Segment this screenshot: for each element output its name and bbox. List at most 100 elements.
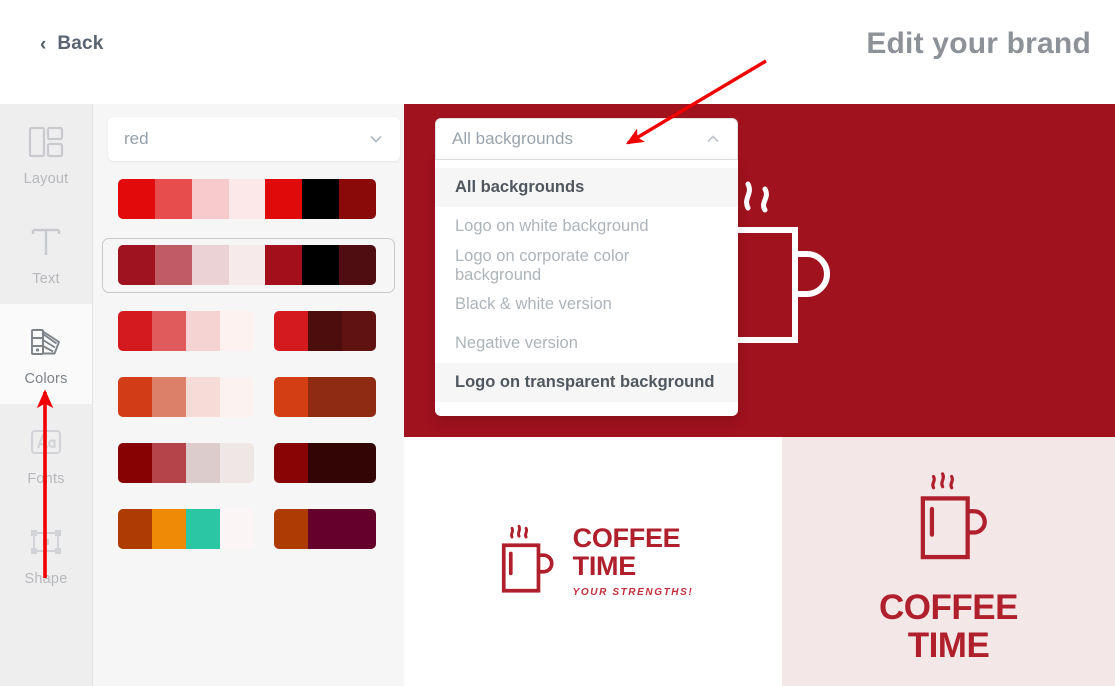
color-swatch[interactable] <box>339 245 376 285</box>
fonts-aa-icon <box>26 422 66 462</box>
wordmark-stacked-line-1: COFFEE <box>879 587 1018 627</box>
color-swatch[interactable] <box>274 377 308 417</box>
color-swatch[interactable] <box>118 443 152 483</box>
color-swatch[interactable] <box>152 311 186 351</box>
color-swatch[interactable] <box>308 311 342 351</box>
color-swatch[interactable] <box>302 179 340 219</box>
palette-row-swatches <box>101 245 396 285</box>
color-swatch[interactable] <box>265 179 303 219</box>
color-swatch[interactable] <box>118 245 155 285</box>
color-swatch[interactable] <box>186 509 220 549</box>
palette-row[interactable] <box>93 166 404 232</box>
sidebar-item-text[interactable]: Text <box>0 204 92 304</box>
palette-row[interactable] <box>93 430 404 496</box>
color-swatch[interactable] <box>118 509 152 549</box>
color-swatch[interactable] <box>118 311 152 351</box>
background-filter-option[interactable]: Logo on transparent background <box>435 363 738 402</box>
color-swatch[interactable] <box>228 245 266 285</box>
palette-row[interactable] <box>93 364 404 430</box>
sidebar-item-colors[interactable]: Colors <box>0 304 92 404</box>
background-filter-option[interactable]: Logo on white background <box>435 207 738 246</box>
palette-row[interactable] <box>93 298 404 364</box>
sidebar-item-shape[interactable]: Shape <box>0 504 92 604</box>
color-swatch[interactable] <box>152 377 186 417</box>
chevron-down-icon <box>368 131 384 147</box>
palette-row[interactable] <box>93 232 404 298</box>
color-swatch[interactable] <box>228 179 266 219</box>
color-swatch[interactable] <box>220 377 254 417</box>
background-filter-option[interactable]: Black & white version <box>435 285 738 324</box>
swatch-group[interactable] <box>274 443 376 483</box>
background-filter-option[interactable]: Logo on corporate color background <box>435 246 738 285</box>
color-swatch[interactable] <box>186 377 220 417</box>
swatch-group[interactable] <box>274 509 376 549</box>
color-swatch[interactable] <box>191 245 229 285</box>
color-swatch[interactable] <box>274 311 308 351</box>
color-swatch[interactable] <box>118 377 152 417</box>
swatch-group[interactable] <box>118 311 254 351</box>
sidebar-item-layout-label: Layout <box>23 170 69 187</box>
back-button[interactable]: ‹ Back <box>40 33 104 55</box>
swatch-group-gap <box>254 443 274 483</box>
color-swatch[interactable] <box>118 179 155 219</box>
color-swatch[interactable] <box>186 311 220 351</box>
background-filter-control[interactable]: All backgrounds <box>435 118 738 160</box>
swatch-group[interactable] <box>118 245 376 285</box>
app-header: ‹ Back Edit your brand <box>0 0 1115 104</box>
swatch-group[interactable] <box>274 311 376 351</box>
layout-icon <box>26 122 66 162</box>
palette-row[interactable] <box>93 496 404 562</box>
editor-sidebar: Layout Text Colors Fonts Shape <box>0 104 93 686</box>
palette-row-swatches <box>101 509 396 549</box>
color-swatch[interactable] <box>152 443 186 483</box>
preview-tile-white-background[interactable]: COFFEE TIME YOUR STRENGTHS! <box>404 437 782 686</box>
swatch-group[interactable] <box>274 377 376 417</box>
color-swatch[interactable] <box>152 509 186 549</box>
color-swatch[interactable] <box>342 443 376 483</box>
sidebar-item-fonts[interactable]: Fonts <box>0 404 92 504</box>
swatch-group[interactable] <box>118 377 254 417</box>
color-swatch[interactable] <box>220 311 254 351</box>
wordmark-line-1: COFFEE <box>572 523 681 554</box>
background-filter-dropdown: All backgrounds All backgrounds Logo on w… <box>435 118 738 416</box>
color-swatch[interactable] <box>339 179 376 219</box>
swatch-group[interactable] <box>118 509 254 549</box>
chevron-up-icon[interactable] <box>705 131 721 147</box>
color-swatch[interactable] <box>220 443 254 483</box>
sidebar-item-layout[interactable]: Layout <box>0 104 92 204</box>
color-swatch[interactable] <box>191 179 229 219</box>
color-swatch[interactable] <box>265 245 303 285</box>
palette-panel: red <box>93 104 404 686</box>
color-swatch[interactable] <box>302 245 340 285</box>
brand-color-select-value: red <box>124 129 149 148</box>
color-swatch[interactable] <box>308 509 342 549</box>
color-swatch[interactable] <box>342 509 376 549</box>
preview-tile-transparent-background[interactable]: COFFEE TIME <box>782 437 1115 686</box>
brand-color-select[interactable]: red <box>108 117 400 161</box>
color-swatch[interactable] <box>154 245 192 285</box>
page-title: Edit your brand <box>866 27 1091 60</box>
color-swatch[interactable] <box>342 311 376 351</box>
color-swatch[interactable] <box>308 443 342 483</box>
sidebar-item-colors-label: Colors <box>24 370 68 387</box>
wordmark-line-2: TIME <box>572 551 637 581</box>
color-swatch[interactable] <box>274 509 308 549</box>
color-swatch[interactable] <box>220 509 254 549</box>
wordmark-tagline: YOUR STRENGTHS! <box>572 586 694 598</box>
color-swatch[interactable] <box>342 377 376 417</box>
wordmark-stacked-line-2: TIME <box>907 625 990 665</box>
color-swatch[interactable] <box>154 179 192 219</box>
color-swatch[interactable] <box>308 377 342 417</box>
background-filter-option[interactable]: Negative version <box>435 324 738 363</box>
color-swatch[interactable] <box>274 443 308 483</box>
background-filter-option[interactable]: All backgrounds <box>435 168 738 207</box>
sidebar-item-shape-label: Shape <box>24 570 68 587</box>
palette-row-swatches <box>101 179 396 219</box>
palette-row-swatches <box>101 311 396 351</box>
brand-editor-screen: ‹ Back Edit your brand Layout Text Color… <box>0 0 1115 686</box>
swatch-group[interactable] <box>118 443 254 483</box>
color-swatch[interactable] <box>186 443 220 483</box>
swatch-group[interactable] <box>118 179 376 219</box>
color-fan-icon <box>26 322 66 362</box>
palette-row-swatches <box>101 443 396 483</box>
